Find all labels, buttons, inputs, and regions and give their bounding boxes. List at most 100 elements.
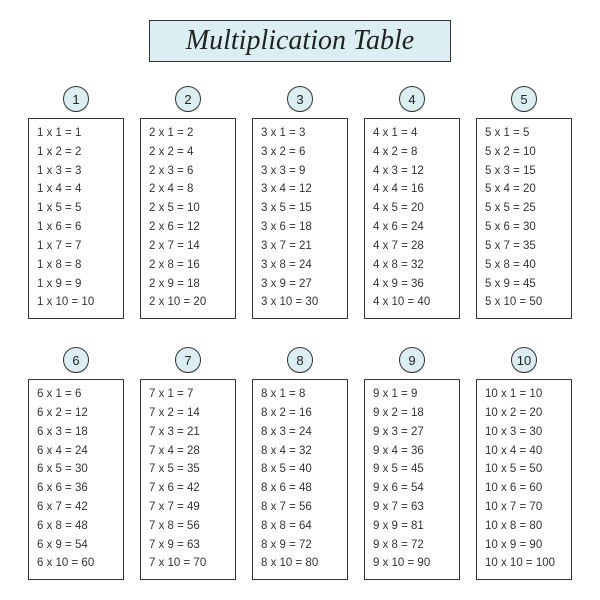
table-row: 10 x 5 = 50	[485, 461, 563, 479]
table-row: 6 x 8 = 48	[37, 518, 115, 536]
table-box: 1 x 1 = 1 1 x 2 = 2 1 x 3 = 3 1 x 4 = 4 …	[28, 118, 124, 319]
table-row: 10 x 10 = 100	[485, 555, 563, 573]
table-row: 10 x 2 = 20	[485, 405, 563, 423]
table-row: 9 x 2 = 18	[373, 405, 451, 423]
table-box: 2 x 1 = 2 2 x 2 = 4 2 x 3 = 6 2 x 4 = 8 …	[140, 118, 236, 319]
table-row: 3 x 4 = 12	[261, 181, 339, 199]
table-badge: 9	[399, 347, 425, 373]
table-row: 6 x 4 = 24	[37, 443, 115, 461]
table-row: 3 x 3 = 9	[261, 163, 339, 181]
table-row: 6 x 3 = 18	[37, 424, 115, 442]
table-col-5: 5 5 x 1 = 5 5 x 2 = 10 5 x 3 = 15 5 x 4 …	[476, 86, 572, 319]
page-title: Multiplication Table	[186, 25, 414, 56]
table-row: 10 x 3 = 30	[485, 424, 563, 442]
table-badge: 7	[175, 347, 201, 373]
table-row: 5 x 1 = 5	[485, 125, 563, 143]
table-badge: 3	[287, 86, 313, 112]
table-row: 8 x 8 = 64	[261, 518, 339, 536]
table-box: 7 x 1 = 7 7 x 2 = 14 7 x 3 = 21 7 x 4 = …	[140, 379, 236, 580]
table-row: 8 x 3 = 24	[261, 424, 339, 442]
table-row: 8 x 9 = 72	[261, 537, 339, 555]
table-row: 6 x 7 = 42	[37, 499, 115, 517]
table-row: 4 x 4 = 16	[373, 181, 451, 199]
table-row: 1 x 4 = 4	[37, 181, 115, 199]
table-box: 5 x 1 = 5 5 x 2 = 10 5 x 3 = 15 5 x 4 = …	[476, 118, 572, 319]
table-row: 4 x 7 = 28	[373, 238, 451, 256]
table-row: 1 x 3 = 3	[37, 163, 115, 181]
table-row: 9 x 6 = 54	[373, 480, 451, 498]
table-row: 9 x 4 = 36	[373, 443, 451, 461]
table-col-2: 2 2 x 1 = 2 2 x 2 = 4 2 x 3 = 6 2 x 4 = …	[140, 86, 236, 319]
table-row: 5 x 8 = 40	[485, 257, 563, 275]
table-row: 4 x 10 = 40	[373, 294, 451, 312]
table-row: 7 x 9 = 63	[149, 537, 227, 555]
table-row: 6 x 5 = 30	[37, 461, 115, 479]
table-row: 9 x 7 = 63	[373, 499, 451, 517]
table-row: 10 x 9 = 90	[485, 537, 563, 555]
table-row: 9 x 9 = 81	[373, 518, 451, 536]
table-col-9: 9 9 x 1 = 9 9 x 2 = 18 9 x 3 = 27 9 x 4 …	[364, 347, 460, 580]
table-box: 4 x 1 = 4 4 x 2 = 8 4 x 3 = 12 4 x 4 = 1…	[364, 118, 460, 319]
table-row: 3 x 10 = 30	[261, 294, 339, 312]
table-badge: 2	[175, 86, 201, 112]
table-row: 9 x 10 = 90	[373, 555, 451, 573]
table-row: 7 x 1 = 7	[149, 386, 227, 404]
table-row: 5 x 9 = 45	[485, 276, 563, 294]
table-row: 10 x 1 = 10	[485, 386, 563, 404]
table-col-3: 3 3 x 1 = 3 3 x 2 = 6 3 x 3 = 9 3 x 4 = …	[252, 86, 348, 319]
table-row: 2 x 6 = 12	[149, 219, 227, 237]
table-row: 2 x 4 = 8	[149, 181, 227, 199]
table-row: 1 x 5 = 5	[37, 200, 115, 218]
table-badge: 5	[511, 86, 537, 112]
table-row: 9 x 8 = 72	[373, 537, 451, 555]
table-badge: 1	[63, 86, 89, 112]
table-row: 7 x 3 = 21	[149, 424, 227, 442]
table-row: 4 x 5 = 20	[373, 200, 451, 218]
table-row: 6 x 9 = 54	[37, 537, 115, 555]
table-box: 6 x 1 = 6 6 x 2 = 12 6 x 3 = 18 6 x 4 = …	[28, 379, 124, 580]
table-row: 5 x 10 = 50	[485, 294, 563, 312]
table-row: 5 x 6 = 30	[485, 219, 563, 237]
table-row: 8 x 5 = 40	[261, 461, 339, 479]
table-row: 9 x 5 = 45	[373, 461, 451, 479]
table-row: 7 x 7 = 49	[149, 499, 227, 517]
table-row: 6 x 1 = 6	[37, 386, 115, 404]
table-col-8: 8 8 x 1 = 8 8 x 2 = 16 8 x 3 = 24 8 x 4 …	[252, 347, 348, 580]
table-row: 3 x 7 = 21	[261, 238, 339, 256]
table-row: 2 x 10 = 20	[149, 294, 227, 312]
table-row: 5 x 5 = 25	[485, 200, 563, 218]
table-row: 3 x 9 = 27	[261, 276, 339, 294]
table-row: 10 x 4 = 40	[485, 443, 563, 461]
table-badge: 4	[399, 86, 425, 112]
table-row: 3 x 5 = 15	[261, 200, 339, 218]
table-box: 8 x 1 = 8 8 x 2 = 16 8 x 3 = 24 8 x 4 = …	[252, 379, 348, 580]
table-col-7: 7 7 x 1 = 7 7 x 2 = 14 7 x 3 = 21 7 x 4 …	[140, 347, 236, 580]
table-row: 2 x 8 = 16	[149, 257, 227, 275]
table-row: 7 x 8 = 56	[149, 518, 227, 536]
table-row: 6 x 10 = 60	[37, 555, 115, 573]
table-col-4: 4 4 x 1 = 4 4 x 2 = 8 4 x 3 = 12 4 x 4 =…	[364, 86, 460, 319]
table-row: 1 x 2 = 2	[37, 144, 115, 162]
table-row: 8 x 1 = 8	[261, 386, 339, 404]
table-row: 2 x 5 = 10	[149, 200, 227, 218]
table-row: 10 x 6 = 60	[485, 480, 563, 498]
table-row: 4 x 6 = 24	[373, 219, 451, 237]
table-box: 3 x 1 = 3 3 x 2 = 6 3 x 3 = 9 3 x 4 = 12…	[252, 118, 348, 319]
table-row: 1 x 7 = 7	[37, 238, 115, 256]
table-badge: 6	[63, 347, 89, 373]
table-row: 7 x 6 = 42	[149, 480, 227, 498]
table-row: 1 x 10 = 10	[37, 294, 115, 312]
table-row: 8 x 7 = 56	[261, 499, 339, 517]
table-row: 3 x 8 = 24	[261, 257, 339, 275]
table-badge: 8	[287, 347, 313, 373]
table-row: 4 x 3 = 12	[373, 163, 451, 181]
table-row: 8 x 6 = 48	[261, 480, 339, 498]
table-row: 4 x 8 = 32	[373, 257, 451, 275]
table-row: 9 x 1 = 9	[373, 386, 451, 404]
table-row: 1 x 9 = 9	[37, 276, 115, 294]
table-box: 9 x 1 = 9 9 x 2 = 18 9 x 3 = 27 9 x 4 = …	[364, 379, 460, 580]
table-row: 5 x 4 = 20	[485, 181, 563, 199]
table-row: 7 x 4 = 28	[149, 443, 227, 461]
table-row: 2 x 3 = 6	[149, 163, 227, 181]
table-row: 6 x 2 = 12	[37, 405, 115, 423]
